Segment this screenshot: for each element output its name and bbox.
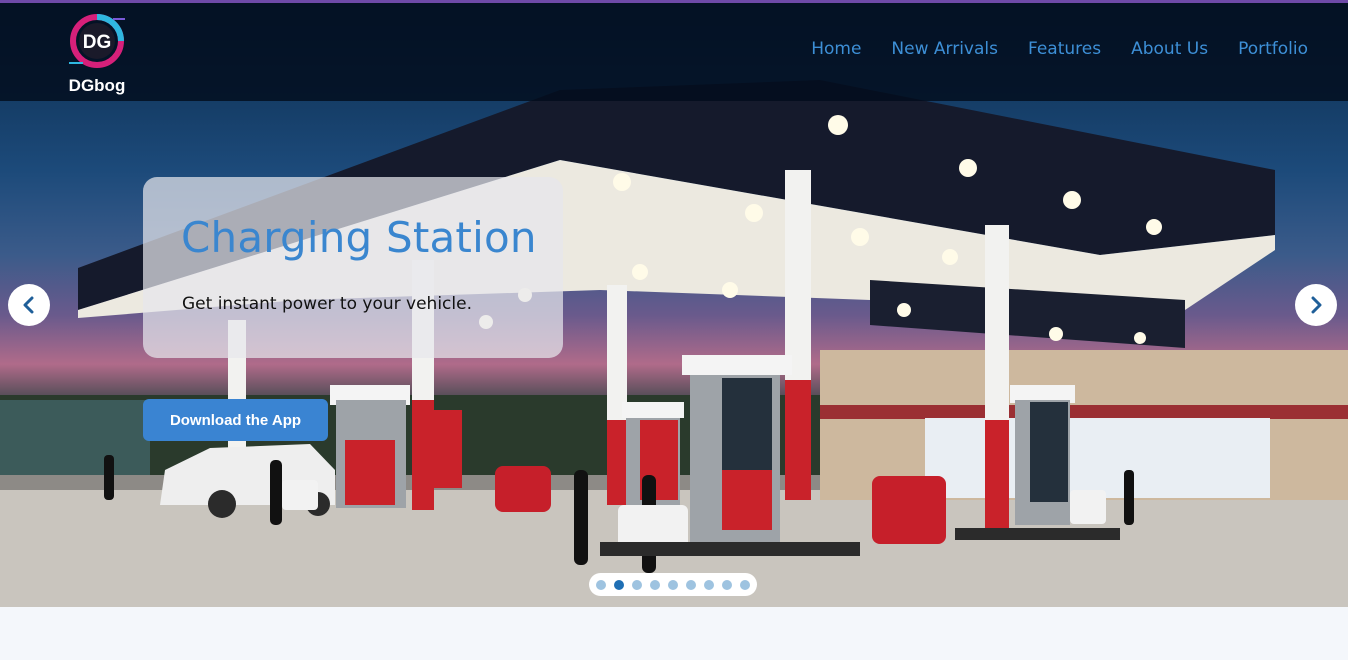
chevron-right-icon	[1311, 296, 1322, 314]
nav-about-us[interactable]: About Us	[1131, 39, 1208, 59]
download-app-button[interactable]: Download the App	[143, 399, 328, 441]
page-section-below	[0, 607, 1348, 660]
carousel-dot-4[interactable]	[650, 579, 660, 590]
logo-mark-icon: DG	[69, 14, 125, 68]
carousel-prev-button[interactable]	[8, 284, 50, 326]
carousel-dot-3[interactable]	[632, 579, 642, 590]
nav-portfolio[interactable]: Portfolio	[1238, 39, 1308, 59]
slide-caption: Charging Station Get instant power to yo…	[143, 177, 563, 358]
logo-letters: DG	[83, 32, 112, 53]
brand-logo[interactable]: DG DGbog	[64, 13, 130, 97]
carousel-next-button[interactable]	[1295, 284, 1337, 326]
carousel-indicators	[589, 573, 757, 596]
brand-name: DGbog	[68, 76, 126, 95]
navbar: DG DGbog Home New Arrivals Features Abou…	[0, 3, 1348, 101]
carousel-dot-5[interactable]	[668, 579, 678, 590]
chevron-left-icon	[23, 296, 34, 314]
carousel-dot-2[interactable]	[614, 579, 624, 590]
hero-carousel: DG DGbog Home New Arrivals Features Abou…	[0, 0, 1348, 607]
carousel-dot-7[interactable]	[704, 579, 714, 590]
slide-title: Charging Station	[181, 213, 537, 262]
top-accent-line	[0, 0, 1348, 3]
nav-home[interactable]: Home	[811, 39, 861, 59]
carousel-dot-6[interactable]	[686, 579, 696, 590]
nav-features[interactable]: Features	[1028, 39, 1101, 59]
nav-new-arrivals[interactable]: New Arrivals	[891, 39, 998, 59]
slide-subtitle: Get instant power to your vehicle.	[182, 294, 472, 314]
carousel-dot-9[interactable]	[740, 579, 750, 590]
carousel-dot-8[interactable]	[722, 579, 732, 590]
main-nav: Home New Arrivals Features About Us Port…	[811, 39, 1308, 59]
carousel-dot-1[interactable]	[596, 579, 606, 590]
